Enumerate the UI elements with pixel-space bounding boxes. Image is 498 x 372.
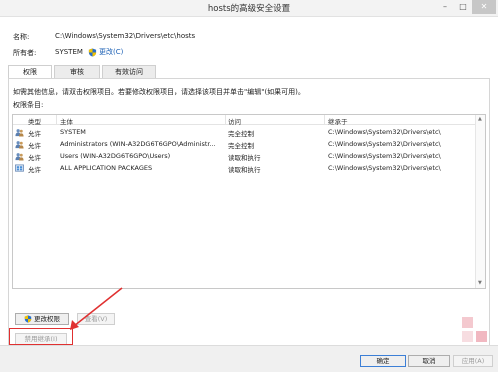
- row-type: 允许: [28, 142, 41, 150]
- table-row[interactable]: 允许 SYSTEM 完全控制 C:\Windows\System32\Drive…: [13, 127, 475, 138]
- entries-label: 权限条目:: [13, 101, 44, 109]
- title-bar: hosts的高级安全设置 – □ ✕: [0, 0, 498, 17]
- row-type: 允许: [28, 154, 41, 162]
- apply-button[interactable]: 应用(A): [453, 355, 493, 367]
- column-inherited-from[interactable]: 继承于: [328, 116, 348, 126]
- change-permissions-label: 更改权限: [34, 315, 60, 323]
- column-access[interactable]: 访问: [228, 116, 241, 126]
- app-package-icon: [15, 164, 24, 172]
- row-type: 允许: [28, 166, 41, 174]
- user-group-icon: [15, 141, 24, 149]
- shield-icon: [88, 47, 97, 57]
- info-text: 如需其他信息，请双击权限项目。若要修改权限项目，请选择该项目并单击"编辑"(如果…: [13, 88, 305, 96]
- list-header: 类型 主体 访问 继承于: [13, 115, 485, 126]
- user-group-icon: [15, 129, 24, 137]
- table-row[interactable]: 允许 Administrators (WIN-A32DG6T6GPO\Admin…: [13, 139, 475, 150]
- column-divider: [324, 115, 325, 125]
- ok-button[interactable]: 确定: [360, 355, 406, 367]
- row-principal: SYSTEM: [60, 128, 86, 136]
- column-type[interactable]: 类型: [28, 116, 41, 126]
- change-owner-text[interactable]: 更改(C): [99, 47, 123, 57]
- owner-value: SYSTEM: [55, 48, 83, 56]
- scroll-up-arrow-icon[interactable]: ▲: [478, 116, 482, 122]
- row-principal: Users (WIN-A32DG6T6GPO\Users): [60, 152, 171, 160]
- row-principal: Administrators (WIN-A32DG6T6GPO\Administ…: [60, 140, 216, 148]
- row-principal: ALL APPLICATION PACKAGES: [60, 164, 153, 172]
- change-permissions-button[interactable]: 更改权限: [15, 313, 69, 325]
- name-value: C:\Windows\System32\Drivers\etc\hosts: [55, 32, 196, 40]
- minimize-button[interactable]: –: [437, 0, 453, 14]
- change-owner-link[interactable]: 更改(C): [88, 47, 123, 57]
- row-access: 读取和执行: [228, 166, 261, 174]
- cancel-button[interactable]: 取消: [408, 355, 450, 367]
- close-button[interactable]: ✕: [472, 0, 496, 14]
- dialog-body: 名称: C:\Windows\System32\Drivers\etc\host…: [0, 17, 498, 372]
- column-divider: [225, 115, 226, 125]
- permission-entries-list[interactable]: 类型 主体 访问 继承于 允许 SYSTEM 完全控制 C:\Windows\S…: [12, 114, 486, 289]
- row-access: 读取和执行: [228, 154, 261, 162]
- column-divider: [56, 115, 57, 125]
- tab-auditing[interactable]: 审核: [54, 65, 100, 78]
- row-type: 允许: [28, 130, 41, 138]
- watermark-square: [462, 331, 473, 342]
- name-label: 名称:: [13, 33, 30, 41]
- highlight-box: [9, 328, 73, 345]
- dialog-footer: 确定 取消 应用(A): [0, 345, 498, 372]
- watermark-square: [462, 317, 473, 328]
- row-inherited-from: C:\Windows\System32\Drivers\etc\: [328, 128, 441, 136]
- row-access: 完全控制: [228, 142, 254, 150]
- window-title: hosts的高级安全设置: [207, 4, 291, 14]
- watermark-square: [476, 331, 487, 342]
- column-principal[interactable]: 主体: [60, 116, 73, 126]
- row-inherited-from: C:\Windows\System32\Drivers\etc\: [328, 152, 441, 160]
- row-inherited-from: C:\Windows\System32\Drivers\etc\: [328, 140, 441, 148]
- tab-effective-access[interactable]: 有效访问: [102, 65, 156, 78]
- row-inherited-from: C:\Windows\System32\Drivers\etc\: [328, 164, 441, 172]
- annotation-arrow-icon: [70, 287, 123, 330]
- user-group-icon: [15, 153, 24, 161]
- row-access: 完全控制: [228, 130, 254, 138]
- shield-icon: [24, 315, 32, 323]
- tab-permissions[interactable]: 权限: [8, 65, 52, 79]
- table-row[interactable]: 允许 Users (WIN-A32DG6T6GPO\Users) 读取和执行 C…: [13, 151, 475, 162]
- table-row[interactable]: 允许 ALL APPLICATION PACKAGES 读取和执行 C:\Win…: [13, 163, 475, 174]
- maximize-button[interactable]: □: [455, 0, 471, 14]
- vertical-scrollbar[interactable]: ▲ ▼: [475, 115, 485, 288]
- scroll-down-arrow-icon[interactable]: ▼: [478, 280, 482, 286]
- owner-label: 所有者:: [13, 49, 37, 57]
